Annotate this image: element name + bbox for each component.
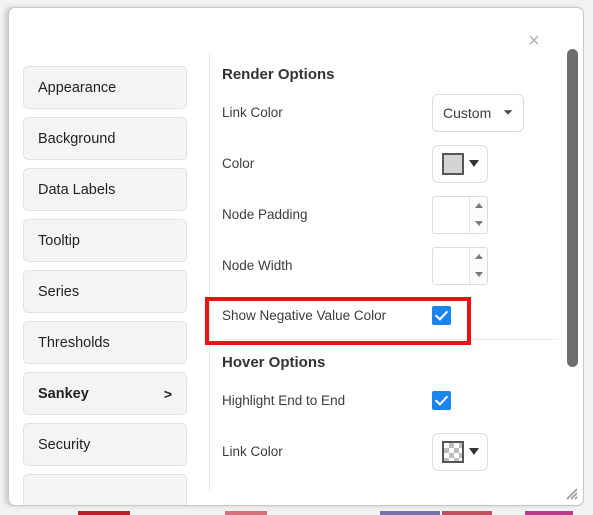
sidebar-item-label: Background: [38, 130, 116, 147]
node-width-input[interactable]: [433, 247, 469, 284]
color-swatch-icon: [441, 152, 464, 175]
sidebar-item-label: Thresholds: [38, 334, 110, 351]
spinner-down-icon[interactable]: [470, 215, 487, 233]
backdrop-strip: [78, 511, 130, 515]
link-color-select[interactable]: Custom ⏷: [432, 93, 524, 132]
section-divider: [222, 339, 559, 340]
sidebar-item-series[interactable]: Series: [23, 270, 187, 313]
color-picker-wrap: [432, 144, 488, 183]
chevron-down-icon: [468, 160, 479, 167]
node-width-label: Node Width: [222, 258, 293, 273]
sidebar-item-tooltip[interactable]: Tooltip: [23, 219, 187, 262]
row-node-padding: Node Padding: [222, 189, 559, 240]
highlight-end-to-end-wrap: [432, 391, 451, 410]
sidebar-item-sankey[interactable]: Sankey >: [23, 372, 187, 415]
chevron-down-icon: ⏷: [503, 105, 513, 119]
node-width-stepper[interactable]: [432, 246, 488, 285]
close-icon[interactable]: ×: [523, 30, 545, 52]
sidebar-item-partial[interactable]: [23, 474, 187, 505]
chevron-down-icon: [468, 448, 479, 455]
node-width-wrap: [432, 246, 488, 285]
sidebar-item-label: Security: [38, 436, 91, 453]
hover-link-color-picker[interactable]: [432, 432, 488, 471]
color-label: Color: [222, 156, 255, 171]
panel-divider: [209, 54, 210, 491]
node-padding-label: Node Padding: [222, 207, 308, 222]
backdrop-strip: [380, 511, 440, 515]
resize-grip-icon[interactable]: [564, 486, 578, 500]
dialog-body: × Appearance Background Data Labels Tool…: [9, 8, 565, 505]
row-link-color: Link Color Custom ⏷: [222, 87, 559, 138]
backdrop-strip: [525, 511, 573, 515]
sidebar-item-chevron: >: [163, 385, 172, 402]
backdrop-strip: [442, 511, 492, 515]
row-node-width: Node Width: [222, 240, 559, 291]
row-color: Color: [222, 138, 559, 189]
row-hover-link-color: Link Color: [222, 426, 559, 477]
hover-link-color-wrap: [432, 432, 488, 471]
highlight-end-to-end-label: Highlight End to End: [222, 393, 346, 408]
settings-sidebar: Appearance Background Data Labels Toolti…: [23, 66, 187, 505]
show-negative-value-color-wrap: [432, 305, 451, 325]
highlight-end-to-end-checkbox[interactable]: [432, 391, 451, 410]
hover-options-heading: Hover Options: [222, 354, 326, 371]
sidebar-item-data-labels[interactable]: Data Labels: [23, 168, 187, 211]
hover-link-color-label: Link Color: [222, 444, 283, 459]
color-picker[interactable]: [432, 144, 488, 183]
spinner-down-icon[interactable]: [470, 266, 487, 284]
settings-content-panel: Render Options Link Color Custom ⏷ Color: [222, 66, 559, 505]
node-padding-stepper[interactable]: [432, 195, 488, 234]
sidebar-item-label: Data Labels: [38, 181, 116, 198]
sidebar-item-label: Sankey: [38, 385, 89, 402]
show-negative-value-color-label: Show Negative Value Color: [222, 307, 387, 323]
sankey-settings-dialog: × Appearance Background Data Labels Tool…: [8, 7, 584, 506]
sidebar-item-appearance[interactable]: Appearance: [23, 66, 187, 109]
row-show-negative-value-color: Show Negative Value Color: [222, 291, 559, 339]
sidebar-item-thresholds[interactable]: Thresholds: [23, 321, 187, 364]
sidebar-item-label: Tooltip: [38, 232, 80, 249]
sidebar-item-label: Appearance: [38, 79, 117, 96]
node-width-spin-buttons: [469, 247, 487, 284]
scrollbar-thumb[interactable]: [567, 49, 578, 367]
node-padding-spin-buttons: [469, 196, 487, 233]
sidebar-item-label: Series: [38, 283, 80, 300]
node-padding-wrap: [432, 195, 488, 234]
show-negative-value-color-checkbox[interactable]: [432, 305, 451, 325]
render-options-heading: Render Options: [222, 66, 335, 83]
spinner-up-icon[interactable]: [470, 197, 487, 215]
spinner-up-icon[interactable]: [470, 248, 487, 266]
row-highlight-end-to-end: Highlight End to End: [222, 375, 559, 426]
link-color-value: Custom: [443, 104, 492, 121]
sidebar-item-background[interactable]: Background: [23, 117, 187, 160]
link-color-select-wrap: Custom ⏷: [432, 93, 524, 132]
transparent-swatch-icon: [441, 440, 464, 463]
node-padding-input[interactable]: [433, 196, 469, 233]
backdrop-strip: [225, 511, 267, 515]
link-color-label: Link Color: [222, 105, 283, 120]
sidebar-item-security[interactable]: Security: [23, 423, 187, 466]
